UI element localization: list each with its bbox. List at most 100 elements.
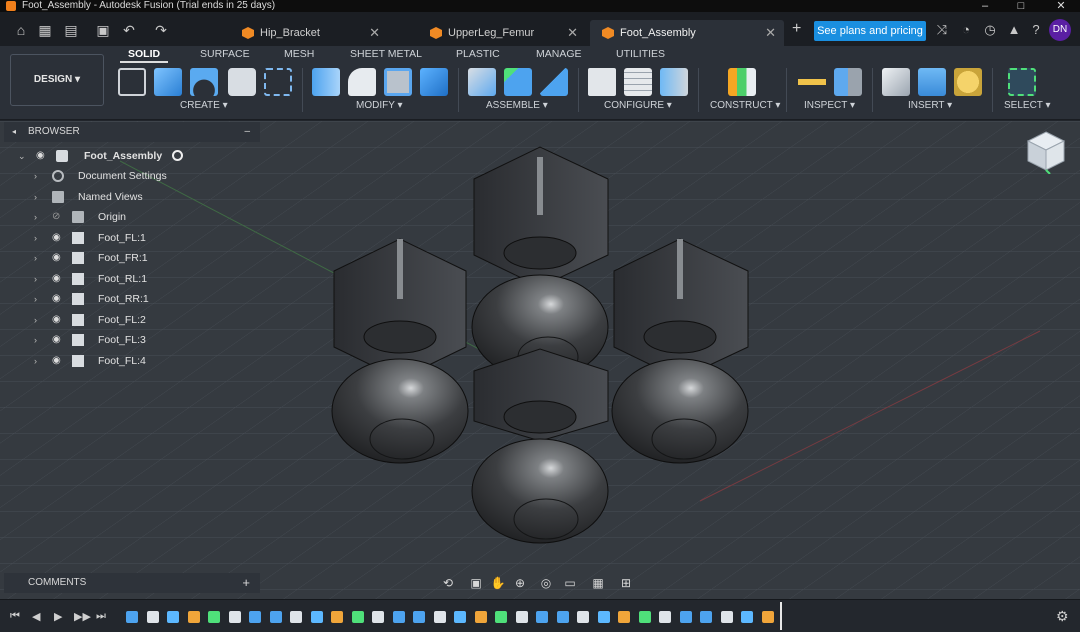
browser-root[interactable]: ⌄ ◉ Foot_Assembly: [18, 147, 188, 165]
construct-menu[interactable]: CONSTRUCT ▾: [710, 100, 780, 111]
visibility-eye-icon[interactable]: ◉: [52, 311, 61, 329]
timeline-feature-icon[interactable]: [618, 611, 630, 623]
browser-item-foot-fl-4[interactable]: › ◉ Foot_FL:4: [34, 352, 254, 370]
collapse-icon[interactable]: –: [244, 122, 250, 142]
save-icon[interactable]: ▣: [94, 22, 112, 38]
insert-canvas-icon[interactable]: [918, 68, 946, 96]
joint-icon[interactable]: [504, 68, 532, 96]
select-menu[interactable]: SELECT ▾: [1004, 100, 1051, 111]
create-menu[interactable]: CREATE ▾: [180, 100, 228, 111]
timeline-feature-icon[interactable]: [741, 611, 753, 623]
timeline-feature-icon[interactable]: [331, 611, 343, 623]
timeline-feature-icon[interactable]: [208, 611, 220, 623]
section-analysis-icon[interactable]: [834, 68, 862, 96]
tab-foot-assembly[interactable]: Foot_Assembly ✕: [590, 20, 784, 46]
timeline-feature-icon[interactable]: [228, 611, 241, 623]
browser-item-foot-rr-1[interactable]: › ◉ Foot_RR:1: [34, 290, 254, 308]
timeline-feature-icon[interactable]: [269, 611, 282, 623]
timeline-feature-icon[interactable]: [474, 611, 487, 623]
tab-solid[interactable]: SOLID: [128, 48, 160, 60]
close-tab-icon[interactable]: ✕: [567, 20, 578, 46]
display-settings-icon[interactable]: ▭: [562, 575, 578, 591]
timeline-marker[interactable]: [780, 602, 782, 630]
avatar[interactable]: DN: [1049, 19, 1071, 41]
extensions-icon[interactable]: ⤨: [934, 22, 950, 38]
job-status-icon[interactable]: ◔: [958, 22, 974, 38]
timeline-feature-icon[interactable]: [351, 611, 364, 623]
browser-item-foot-fl-3[interactable]: › ◉ Foot_FL:3: [34, 331, 254, 349]
foot-unit-left[interactable]: [331, 238, 469, 464]
redo-icon[interactable]: ↷: [152, 22, 170, 38]
notifications-icon[interactable]: ▲: [1006, 22, 1022, 38]
browser-item-foot-fr-1[interactable]: › ◉ Foot_FR:1: [34, 249, 254, 267]
revolve-icon[interactable]: [190, 68, 218, 96]
timeline-settings-gear-icon[interactable]: ⚙: [1056, 608, 1069, 625]
play-icon[interactable]: ▶: [54, 610, 62, 623]
timeline-feature-icon[interactable]: [515, 611, 528, 623]
chevron-down-icon[interactable]: ⌄: [18, 147, 26, 165]
timeline-feature-icon[interactable]: [126, 611, 138, 623]
browser-item-foot-fl-2[interactable]: › ◉ Foot_FL:2: [34, 311, 254, 329]
foot-unit-top[interactable]: [471, 146, 609, 380]
timeline-feature-icon[interactable]: [556, 611, 569, 623]
browser-item-foot-rl-1[interactable]: › ◉ Foot_RL:1: [34, 270, 254, 288]
visibility-eye-icon[interactable]: ◉: [52, 229, 61, 247]
visibility-eye-icon[interactable]: ◉: [52, 249, 61, 267]
combine-icon[interactable]: [420, 68, 448, 96]
as-built-joint-icon[interactable]: [540, 68, 568, 96]
timeline-feature-icon[interactable]: [700, 611, 712, 623]
tab-utilities[interactable]: UTILITIES: [616, 48, 665, 60]
hidden-eye-icon[interactable]: ⊘: [52, 208, 60, 226]
insert-menu[interactable]: INSERT ▾: [908, 100, 952, 111]
browser-panel-header[interactable]: BROWSER – ◂: [4, 122, 260, 142]
chevron-right-icon[interactable]: ›: [34, 249, 37, 267]
chevron-right-icon[interactable]: ›: [34, 331, 37, 349]
minimize-icon[interactable]: –: [976, 0, 994, 12]
undo-icon[interactable]: ↶: [120, 22, 138, 38]
timeline-feature-icon[interactable]: [761, 611, 774, 623]
grid-icon[interactable]: ▦: [36, 22, 54, 38]
timeline-feature-icon[interactable]: [310, 611, 323, 623]
insert-mcmaster-icon[interactable]: [954, 68, 982, 96]
browser-item-origin[interactable]: › ⊘ Origin: [34, 208, 254, 226]
configure-menu[interactable]: CONFIGURE ▾: [604, 100, 672, 111]
select-icon[interactable]: [1008, 68, 1036, 96]
modify-menu[interactable]: MODIFY ▾: [356, 100, 403, 111]
visibility-eye-icon[interactable]: ◉: [52, 270, 61, 288]
insert-derive-icon[interactable]: [882, 68, 910, 96]
activate-radio-icon[interactable]: [172, 150, 183, 161]
chevron-right-icon[interactable]: ›: [34, 208, 37, 226]
chevron-right-icon[interactable]: ›: [34, 229, 37, 247]
close-tab-icon[interactable]: ✕: [765, 20, 776, 46]
clock-icon[interactable]: ◷: [982, 22, 998, 38]
new-tab-icon[interactable]: +: [792, 20, 801, 38]
visibility-eye-icon[interactable]: ◉: [36, 147, 45, 165]
create-sketch-icon[interactable]: [118, 68, 146, 96]
tab-plastic[interactable]: PLASTIC: [456, 48, 500, 60]
home-icon[interactable]: ⌂: [12, 22, 30, 38]
configuration-table-icon[interactable]: [624, 68, 652, 96]
chevron-right-icon[interactable]: ›: [34, 352, 37, 370]
tab-hip-bracket[interactable]: Hip_Bracket ✕: [230, 20, 388, 46]
tab-mesh[interactable]: MESH: [284, 48, 314, 60]
timeline-feature-icon[interactable]: [577, 611, 589, 623]
timeline-feature-icon[interactable]: [495, 611, 507, 623]
browser-item-named-views[interactable]: › Named Views: [34, 188, 254, 206]
timeline-feature-icon[interactable]: [433, 611, 446, 623]
chevron-right-icon[interactable]: ›: [34, 290, 37, 308]
help-icon[interactable]: ?: [1028, 22, 1044, 38]
offset-plane-icon[interactable]: [728, 68, 756, 96]
previous-step-icon[interactable]: ◀: [32, 610, 40, 623]
chevron-right-icon[interactable]: ›: [34, 188, 37, 206]
close-icon[interactable]: ✕: [1052, 0, 1070, 12]
timeline-feature-icon[interactable]: [536, 611, 548, 623]
timeline-feature-icon[interactable]: [454, 611, 466, 623]
tab-surface[interactable]: SURFACE: [200, 48, 250, 60]
look-at-icon[interactable]: ▣: [468, 575, 484, 591]
next-step-icon[interactable]: ▶▶: [74, 610, 91, 623]
timeline-feature-icon[interactable]: [187, 611, 200, 623]
viewports-icon[interactable]: ⊞: [618, 575, 634, 591]
inspect-menu[interactable]: INSPECT ▾: [804, 100, 855, 111]
plans-button[interactable]: See plans and pricing: [814, 21, 926, 41]
tab-upperleg-femur[interactable]: UpperLeg_Femur ✕: [418, 20, 586, 46]
